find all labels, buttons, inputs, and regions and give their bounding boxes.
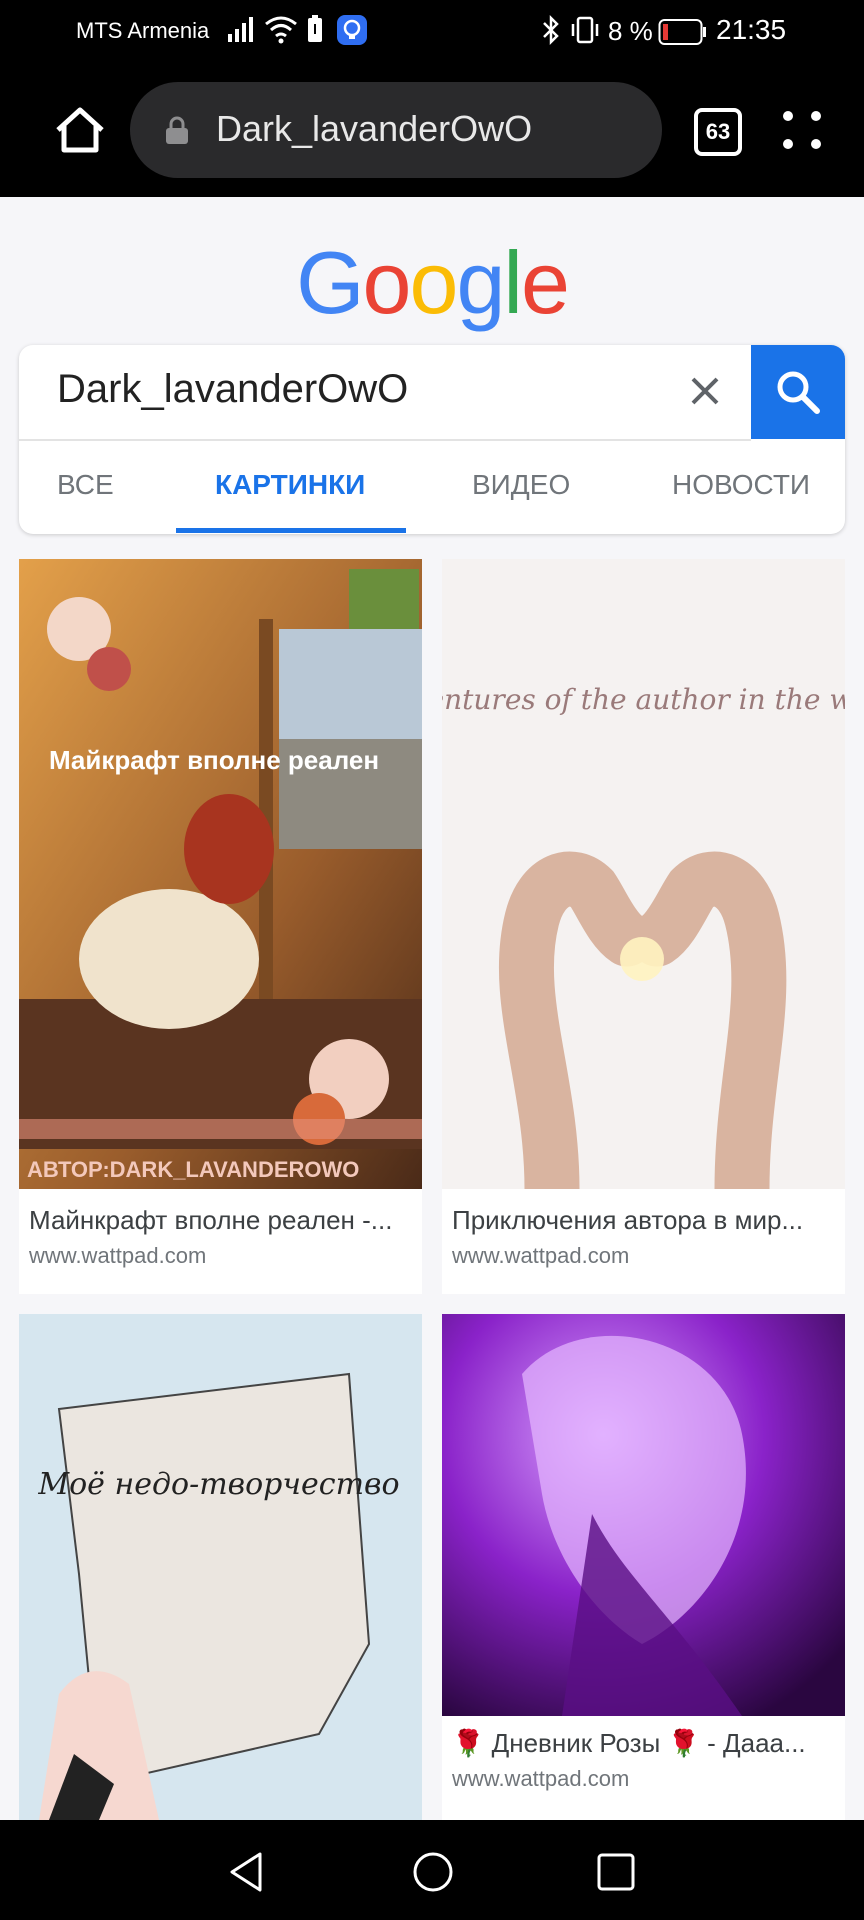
active-tab-indicator xyxy=(176,528,406,533)
result-site[interactable]: www.wattpad.com xyxy=(29,1243,206,1269)
google-logo-letter: l xyxy=(503,233,523,332)
recents-icon[interactable] xyxy=(596,1852,636,1897)
google-logo: Google xyxy=(0,232,864,334)
menu-icon[interactable] xyxy=(780,108,824,152)
battery-percent: 8 % xyxy=(608,16,653,46)
back-icon[interactable] xyxy=(226,1850,266,1899)
status-bar: MTS Armenia 8 % 21:35 xyxy=(0,0,864,64)
result-image-overlay-text: Моё недо-творчество xyxy=(37,1467,399,1502)
system-nav-bar xyxy=(0,1820,864,1920)
tab-video[interactable]: ВИДЕО xyxy=(472,469,570,501)
home-circle-icon[interactable] xyxy=(412,1851,454,1898)
vibrate-icon xyxy=(570,14,600,51)
result-site[interactable]: www.wattpad.com xyxy=(452,1243,629,1269)
search-icon xyxy=(777,371,820,414)
result-image[interactable]: Майкрафт вполне реален АВТОР:DARK_LAVAND… xyxy=(19,559,422,1189)
search-button[interactable] xyxy=(751,345,845,439)
url-text: Dark_lavanderOwO xyxy=(216,108,533,149)
search-query: Dark_lavanderOwO xyxy=(57,367,409,411)
tab-all[interactable]: ВСЕ xyxy=(57,469,114,501)
google-logo-letter: o xyxy=(362,233,412,332)
search-card: Dark_lavanderOwO ВСЕ КАРТИНКИ ВИДЕО НОВО… xyxy=(19,345,845,534)
google-logo-letter: e xyxy=(520,233,570,332)
battery-saver-icon xyxy=(306,14,324,49)
clock: 21:35 xyxy=(716,14,787,45)
lock-icon xyxy=(164,116,190,151)
result-caption[interactable]: 🌹 Дневник Розы 🌹 - Дааа... xyxy=(452,1728,837,1759)
wifi-icon xyxy=(264,14,298,49)
result-image[interactable] xyxy=(442,1314,845,1716)
clear-icon[interactable] xyxy=(687,373,723,414)
google-logo-letter: G xyxy=(296,233,364,332)
signal-icon xyxy=(226,14,256,49)
result-caption[interactable]: Майнкрафт вполне реален -... xyxy=(29,1205,414,1236)
assistant-icon xyxy=(336,14,368,51)
search-input[interactable]: Dark_lavanderOwO xyxy=(19,345,751,441)
result-image[interactable]: Моё недо-творчество xyxy=(19,1314,422,1820)
bluetooth-icon xyxy=(540,14,562,51)
image-result-card[interactable]: Майкрафт вполне реален АВТОР:DARK_LAVAND… xyxy=(19,559,422,1294)
result-image-overlay-text: Adventures of the author in the world xyxy=(442,683,845,716)
image-result-card[interactable]: Моё недо-творчество xyxy=(19,1314,422,1820)
result-image-overlay-text: Майкрафт вполне реален xyxy=(49,745,379,775)
home-icon[interactable] xyxy=(52,102,108,158)
image-result-card[interactable]: 🌹 Дневник Розы 🌹 - Дааа... www.wattpad.c… xyxy=(442,1314,845,1820)
result-site[interactable]: www.wattpad.com xyxy=(452,1766,629,1792)
address-bar[interactable]: Dark_lavanderOwO xyxy=(130,82,662,178)
tab-news[interactable]: НОВОСТИ xyxy=(672,469,810,501)
tab-images[interactable]: КАРТИНКИ xyxy=(215,469,365,501)
result-caption[interactable]: Приключения автора в мир... xyxy=(452,1205,837,1236)
browser-toolbar: Dark_lavanderOwO 63 xyxy=(0,64,864,197)
image-result-card[interactable]: Adventures of the author in the world Пр… xyxy=(442,559,845,1294)
result-image[interactable]: Adventures of the author in the world xyxy=(442,559,845,1217)
result-image-footer-text: АВТОР:DARK_LAVANDEROWO xyxy=(27,1157,359,1182)
google-logo-letter: g xyxy=(456,233,505,332)
google-logo-letter: o xyxy=(409,233,458,332)
tab-switcher-button[interactable]: 63 xyxy=(694,108,742,156)
carrier-label: MTS Armenia xyxy=(76,18,210,43)
battery-icon xyxy=(658,18,708,51)
